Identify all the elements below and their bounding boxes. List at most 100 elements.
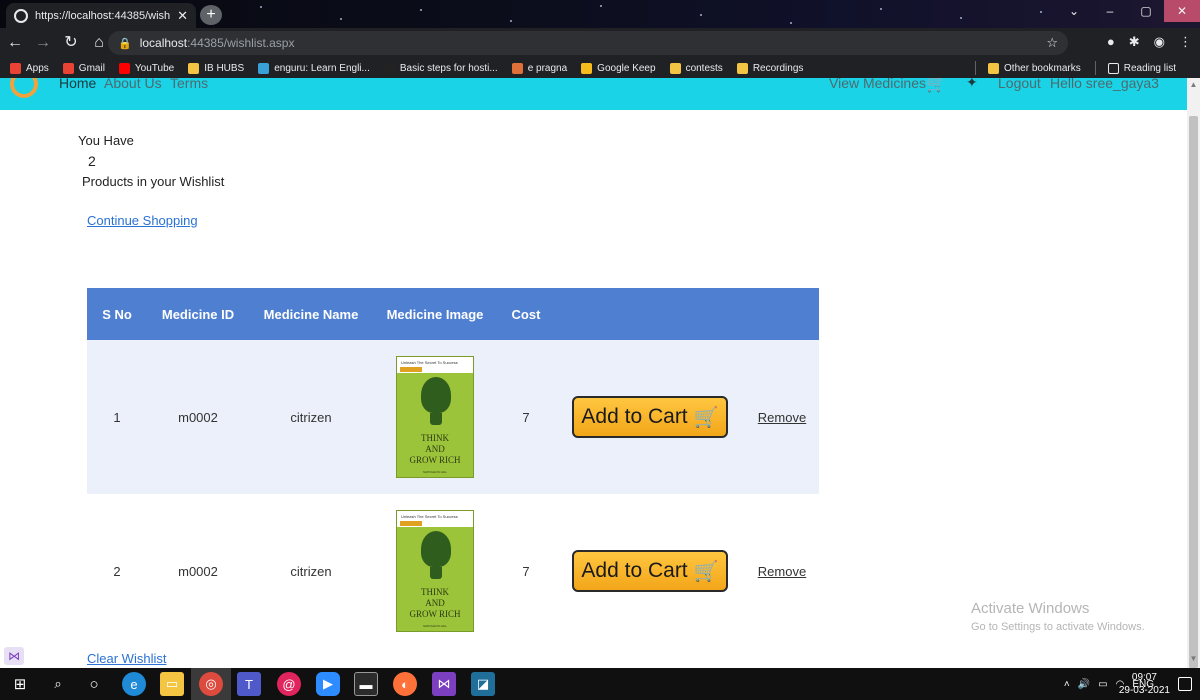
notification-icon[interactable]	[1178, 677, 1192, 691]
add-to-cart-button[interactable]: Add to Cart 🛒	[572, 396, 728, 438]
bookmark-item[interactable]: IB HUBS	[188, 62, 244, 74]
table-row: 1 m0002 citrizen Unleash The Secret To S…	[87, 340, 819, 494]
gear-icon[interactable]: ✦	[966, 78, 978, 91]
clear-wishlist-link[interactable]: Clear Wishlist	[87, 651, 166, 666]
remove-link[interactable]: Remove	[758, 564, 806, 579]
github-icon	[383, 62, 395, 74]
chevron-up-icon[interactable]: ˄	[1064, 679, 1070, 690]
enguru-icon	[258, 62, 270, 74]
edge-icon[interactable]: e	[122, 672, 146, 696]
file-explorer-icon[interactable]: ▭	[160, 672, 184, 696]
lightbulb-base	[430, 413, 442, 425]
extensions-area: ● ✱ ◉ ⋮	[1107, 34, 1192, 50]
cart-icon[interactable]: 🛒	[926, 78, 946, 94]
zoom-icon[interactable]: ▶	[316, 672, 340, 696]
close-tab-icon[interactable]: ✕	[177, 8, 188, 24]
new-tab-button[interactable]: +	[200, 5, 222, 25]
nav-about-us[interactable]: About Us	[104, 78, 162, 91]
remove-link[interactable]: Remove	[758, 410, 806, 425]
chrome-icon[interactable]: ◎	[199, 672, 223, 696]
bookmark-star-icon[interactable]: ☆	[1046, 35, 1058, 51]
nav-view-medicines[interactable]: View Medicines	[829, 78, 926, 91]
book-title-line: THINK	[421, 587, 449, 597]
bookmark-item[interactable]: contests	[669, 62, 723, 74]
battery-icon[interactable]: ▭	[1098, 679, 1107, 690]
teams-icon[interactable]: T	[237, 672, 261, 696]
lock-icon[interactable]: 🔒	[118, 37, 132, 50]
scroll-down-arrow-icon[interactable]: ▼	[1187, 654, 1200, 666]
clock-time: 09:07	[1131, 672, 1157, 683]
folder-icon	[188, 62, 200, 74]
browser-tab-strip: https://localhost:44385/wishlist.aspx ✕ …	[0, 0, 1200, 28]
bookmark-item[interactable]: Basic steps for hosti...	[383, 62, 498, 74]
site-logo-icon[interactable]	[10, 78, 38, 98]
bookmark-item[interactable]: Gmail	[62, 62, 105, 74]
chevron-down-icon[interactable]: ⌄	[1056, 0, 1092, 22]
column-header: Medicine ID	[147, 288, 249, 340]
bookmark-item[interactable]: YouTube	[118, 62, 175, 74]
task-view-icon[interactable]: ○	[82, 672, 106, 696]
app-window-icon[interactable]: ◪	[471, 672, 495, 696]
scroll-thumb[interactable]	[1189, 116, 1198, 668]
book-cover-tagline: Unleash The Secret To Success	[401, 360, 458, 365]
clock[interactable]: 09:07 29-03-2021	[1119, 671, 1170, 697]
other-bookmarks[interactable]: Other bookmarks	[988, 62, 1081, 74]
maximize-button[interactable]: ▢	[1128, 0, 1164, 22]
app-icon[interactable]: @	[277, 672, 301, 696]
close-window-button[interactable]: ✕	[1164, 0, 1200, 22]
search-icon[interactable]: ⌕	[46, 672, 70, 696]
visual-studio-icon[interactable]: ⋈	[432, 672, 456, 696]
activate-windows-subtitle: Go to Settings to activate Windows.	[971, 621, 1145, 633]
bookmark-label: YouTube	[134, 62, 175, 74]
nav-logout[interactable]: Logout	[998, 78, 1041, 91]
bookmark-item[interactable]: Recordings	[736, 62, 803, 74]
sno-cell: 1	[87, 340, 147, 494]
gmail-icon	[62, 62, 74, 74]
bookmark-item[interactable]: enguru: Learn Engli...	[258, 62, 370, 74]
forward-arrow-icon[interactable]: →	[30, 30, 56, 56]
column-header	[555, 288, 745, 340]
page-scrollbar[interactable]: ▲ ▼	[1187, 78, 1200, 668]
add-to-cart-button[interactable]: Add to Cart 🛒	[572, 550, 728, 592]
extension-icon[interactable]: ●	[1107, 34, 1115, 50]
book-title-line: THINK	[421, 433, 449, 443]
scroll-up-arrow-icon[interactable]: ▲	[1187, 80, 1200, 92]
column-header	[745, 288, 819, 340]
nav-home[interactable]: Home	[59, 78, 96, 91]
reading-list[interactable]: Reading list	[1107, 62, 1176, 74]
book-cover-title: THINK AND GROW RICH	[397, 587, 473, 620]
medicine-id-cell: m0002	[147, 494, 249, 648]
continue-shopping-link[interactable]: Continue Shopping	[87, 213, 198, 228]
minimize-button[interactable]: –	[1092, 0, 1128, 22]
bookmark-item[interactable]: Google Keep	[581, 62, 656, 74]
bookmark-label: contests	[685, 62, 723, 74]
puzzle-icon[interactable]: ✱	[1129, 34, 1140, 50]
browser-tab[interactable]: https://localhost:44385/wishlist.aspx ✕	[6, 3, 196, 28]
book-title-line: AND	[425, 444, 445, 454]
firefox-icon[interactable]: ◐	[393, 672, 417, 696]
bookmark-item[interactable]: e pragna	[511, 62, 567, 74]
divider	[975, 61, 977, 75]
lightbulb-icon	[421, 377, 451, 413]
terminal-icon[interactable]: ▬	[354, 672, 378, 696]
activate-windows-title: Activate Windows	[971, 600, 1090, 617]
table-header-row: S No Medicine ID Medicine Name Medicine …	[87, 288, 819, 340]
apps-grid-icon	[10, 62, 21, 74]
book-title-line: AND	[425, 598, 445, 608]
divider	[1094, 61, 1096, 75]
visual-studio-badge-icon[interactable]: ⋈	[4, 647, 24, 665]
bookmarks-right: Other bookmarks Reading list	[975, 58, 1190, 78]
bookmark-label: Gmail	[78, 62, 105, 74]
book-cover-tagline: Unleash The Secret To Success	[401, 514, 458, 519]
address-bar[interactable]: 🔒 localhost :44385/wishlist.aspx ☆	[108, 31, 1068, 55]
volume-icon[interactable]: 🔊	[1078, 679, 1090, 690]
bookmark-item[interactable]: Apps	[10, 62, 49, 74]
profile-avatar-icon[interactable]: ◉	[1154, 34, 1165, 50]
windows-start-icon[interactable]: ⊞	[8, 672, 32, 696]
column-header: Cost	[497, 288, 555, 340]
reload-icon[interactable]: ↻	[58, 30, 84, 56]
nav-terms[interactable]: Terms	[170, 78, 208, 91]
menu-dots-icon[interactable]: ⋮	[1179, 34, 1192, 50]
back-arrow-icon[interactable]: ←	[2, 30, 28, 56]
add-to-cart-label: Add to Cart	[581, 405, 688, 428]
